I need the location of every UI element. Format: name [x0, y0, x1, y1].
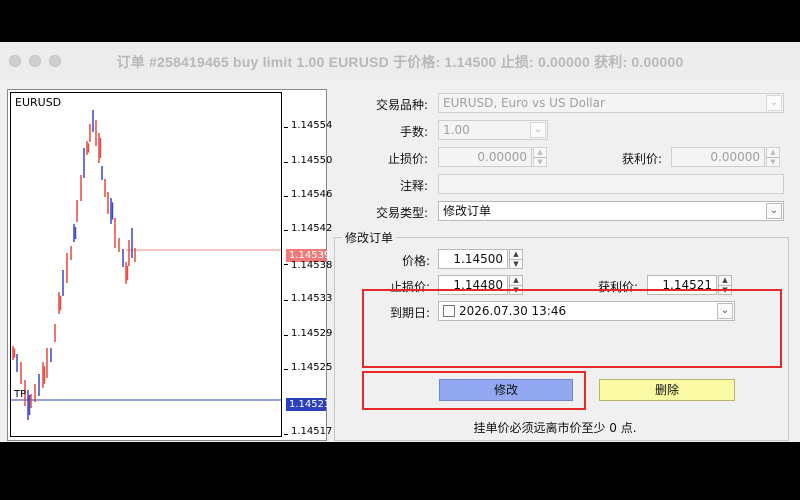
window-title: 订单 #258419465 buy limit 1.00 EURUSD 于价格:…: [116, 54, 684, 70]
order-type-label: 交易类型:: [375, 206, 428, 220]
y-tick-mark: [284, 162, 288, 163]
y-tick-mark: [284, 434, 288, 435]
y-tick: 1.14554: [291, 120, 333, 131]
tp-line-label: TP: [14, 389, 27, 400]
y-tick: 1.14550: [291, 155, 333, 166]
comment-label: 注释:: [399, 179, 428, 193]
stop-loss-spinner[interactable]: ▲ ▼: [533, 147, 547, 167]
chevron-down-icon[interactable]: ⌄: [530, 122, 546, 138]
spin-up-icon[interactable]: ▲: [767, 148, 779, 157]
highlight-box-modify: [362, 371, 586, 410]
y-tick: 1.14517: [291, 426, 333, 437]
take-profit-label: 获利价:: [621, 152, 662, 166]
spin-down-icon[interactable]: ▼: [510, 259, 522, 269]
order-type-value: 修改订单: [443, 204, 492, 218]
take-profit-input[interactable]: 0.00000: [671, 147, 765, 167]
y-tick: 1.14525: [291, 362, 333, 373]
spin-up-icon[interactable]: ▲: [534, 148, 546, 157]
y-tick-mark: [284, 196, 288, 197]
spin-up-icon[interactable]: ▲: [510, 250, 522, 259]
candlestick-series: [11, 110, 281, 420]
volume-value: 1.00: [443, 123, 470, 137]
chevron-down-icon[interactable]: ⌄: [766, 203, 782, 219]
y-tick-mark: [284, 264, 288, 265]
title-bar: 订单 #258419465 buy limit 1.00 EURUSD 于价格:…: [0, 42, 800, 81]
chevron-down-icon[interactable]: ⌄: [766, 95, 782, 111]
y-tick: 1.14533: [291, 293, 333, 304]
price-chart: EURUSD TP 1.14554 1.14550 1.14546 1.1454…: [7, 89, 332, 441]
y-tick-mark: [284, 127, 288, 128]
symbol-label: 交易品种:: [375, 98, 428, 112]
symbol-select[interactable]: EURUSD, Euro vs US Dollar ⌄: [438, 93, 784, 113]
take-profit-spinner[interactable]: ▲ ▼: [766, 147, 780, 167]
y-tick: 1.14542: [291, 223, 333, 234]
spin-up-icon[interactable]: ▲: [719, 276, 731, 285]
y-tick-mark: [284, 300, 288, 301]
price-axis: 1.14554 1.14550 1.14546 1.14542 1.14539 …: [284, 92, 332, 437]
stop-loss-input[interactable]: 0.00000: [438, 147, 532, 167]
order-type-select[interactable]: 修改订单 ⌄: [438, 201, 784, 221]
modify-group-title: 修改订单: [342, 229, 397, 246]
stop-loss-label: 止损价:: [387, 152, 428, 166]
dialog-body: EURUSD TP 1.14554 1.14550 1.14546 1.1454…: [0, 80, 800, 442]
spin-up-icon[interactable]: ▲: [510, 276, 522, 285]
highlight-box-fields: [362, 289, 782, 368]
price-label: 价格:: [401, 254, 430, 268]
y-tick: 1.14538: [291, 260, 333, 271]
price-input[interactable]: 1.14500: [438, 249, 508, 269]
delete-button[interactable]: 删除: [599, 379, 735, 401]
chart-plot-area: EURUSD TP: [10, 92, 282, 437]
y-tick: 1.14529: [291, 328, 333, 339]
comment-input[interactable]: [438, 174, 784, 194]
y-tick-mark: [284, 335, 288, 336]
pending-order-note: 挂单价必须远离市价至少 0 点.: [473, 421, 637, 435]
y-tick-mark: [284, 369, 288, 370]
tp-price-tag: 1.14521: [286, 398, 330, 411]
volume-select[interactable]: 1.00 ⌄: [438, 120, 548, 140]
y-tick-mark: [284, 230, 288, 231]
y-tick: 1.14546: [291, 189, 333, 200]
symbol-value: EURUSD, Euro vs US Dollar: [443, 96, 605, 110]
price-spinner[interactable]: ▲ ▼: [509, 249, 523, 269]
spin-down-icon[interactable]: ▼: [767, 157, 779, 167]
order-window: 订单 #258419465 buy limit 1.00 EURUSD 于价格:…: [0, 42, 800, 442]
spin-down-icon[interactable]: ▼: [534, 157, 546, 167]
volume-label: 手数:: [399, 125, 428, 139]
